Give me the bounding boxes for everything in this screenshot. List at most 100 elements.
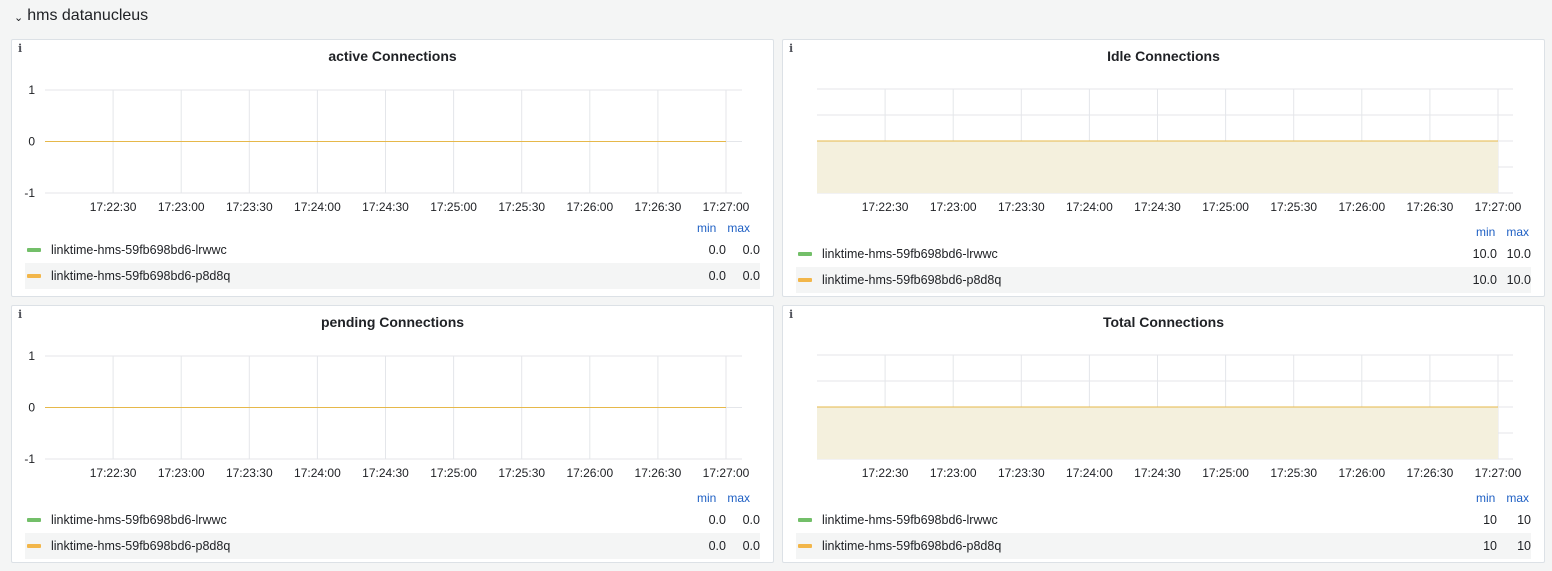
legend-swatch[interactable] <box>27 248 41 252</box>
legend-max-value: 10 <box>1517 539 1531 553</box>
legend-min-value: 0.0 <box>708 539 726 553</box>
x-tick-label: 17:24:30 <box>1134 200 1181 214</box>
legend-min-value: 0.0 <box>708 243 726 257</box>
legend-max-value: 10 <box>1517 513 1531 527</box>
x-tick-label: 17:27:00 <box>1475 200 1522 214</box>
x-tick-label: 17:23:00 <box>930 466 977 480</box>
legend-max-header[interactable]: max <box>727 221 750 235</box>
legend-item[interactable]: linktime-hms-59fb698bd6-p8d8q 10 10 <box>796 533 1531 559</box>
y-tick-label: -1 <box>24 186 35 200</box>
legend-series-name[interactable]: linktime-hms-59fb698bd6-lrwwc <box>822 247 1457 261</box>
legend-series-name[interactable]: linktime-hms-59fb698bd6-lrwwc <box>822 513 1457 527</box>
legend-min-value: 0.0 <box>708 513 726 527</box>
legend-header: min max <box>1476 491 1529 505</box>
legend-min-header[interactable]: min <box>697 221 716 235</box>
x-tick-label: 17:26:30 <box>1407 466 1454 480</box>
panel-0[interactable]: i active Connections 1 0 -1 17:22:30 17:23:00 1… <box>11 39 774 297</box>
legend-item[interactable]: linktime-hms-59fb698bd6-lrwwc 0.0 0.0 <box>25 507 760 533</box>
legend-swatch[interactable] <box>798 252 812 256</box>
legend-item[interactable]: linktime-hms-59fb698bd6-p8d8q 0.0 0.0 <box>25 533 760 559</box>
legend-max-header[interactable]: max <box>1506 225 1529 239</box>
legend-min-value: 10.0 <box>1472 247 1497 261</box>
x-tick-label: 17:26:00 <box>1338 466 1385 480</box>
legend-header: min max <box>697 491 750 505</box>
panel-2[interactable]: i pending Connections 1 0 -1 17:22:30 17:23:00… <box>11 305 774 563</box>
x-tick-label: 17:24:00 <box>294 200 341 214</box>
legend-header: min max <box>697 221 750 235</box>
panel-1[interactable]: iIdle Connections1412108617:22:3017:23:0… <box>782 39 1545 297</box>
legend-swatch[interactable] <box>798 518 812 522</box>
legend-swatch[interactable] <box>798 544 812 548</box>
legend-swatch[interactable] <box>27 518 41 522</box>
x-tick-label: 17:24:30 <box>1134 466 1181 480</box>
legend-swatch[interactable] <box>27 544 41 548</box>
legend-item[interactable]: linktime-hms-59fb698bd6-p8d8q 10.0 10.0 <box>796 267 1531 293</box>
x-tick-label: 17:24:00 <box>1066 200 1113 214</box>
legend-series-name[interactable]: linktime-hms-59fb698bd6-lrwwc <box>51 513 686 527</box>
legend-item[interactable]: linktime-hms-59fb698bd6-p8d8q 0.0 0.0 <box>25 263 760 289</box>
x-tick-label: 17:22:30 <box>90 466 137 480</box>
legend-series-name[interactable]: linktime-hms-59fb698bd6-p8d8q <box>822 539 1457 553</box>
legend-max-value: 0.0 <box>742 269 760 283</box>
x-tick-label: 17:22:30 <box>90 200 137 214</box>
x-tick-label: 17:24:00 <box>1066 466 1113 480</box>
x-tick-label: 17:25:30 <box>1270 466 1317 480</box>
x-tick-label: 17:26:00 <box>566 200 613 214</box>
x-tick-label: 17:27:00 <box>703 200 750 214</box>
legend-series-name[interactable]: linktime-hms-59fb698bd6-lrwwc <box>51 243 686 257</box>
legend-min-header[interactable]: min <box>1476 491 1495 505</box>
legend-swatch[interactable] <box>798 278 812 282</box>
legend-min-value: 10 <box>1483 513 1497 527</box>
legend-min-header[interactable]: min <box>1476 225 1495 239</box>
legend-series-name[interactable]: linktime-hms-59fb698bd6-p8d8q <box>51 539 686 553</box>
legend-max-header[interactable]: max <box>727 491 750 505</box>
legend-max-value: 0.0 <box>742 513 760 527</box>
x-tick-label: 17:23:00 <box>930 200 977 214</box>
x-tick-label: 17:25:00 <box>430 200 477 214</box>
legend-max-value: 10.0 <box>1506 273 1531 287</box>
x-tick-label: 17:23:00 <box>158 200 205 214</box>
x-tick-label: 17:25:30 <box>498 466 545 480</box>
y-tick-label: -1 <box>24 452 35 466</box>
x-tick-label: 17:22:30 <box>862 200 909 214</box>
y-tick-label: 0 <box>28 401 35 415</box>
x-tick-label: 17:26:00 <box>566 466 613 480</box>
legend-min-value: 10 <box>1483 539 1497 553</box>
legend-item[interactable]: linktime-hms-59fb698bd6-lrwwc 10 10 <box>796 507 1531 533</box>
legend-series-name[interactable]: linktime-hms-59fb698bd6-p8d8q <box>51 269 686 283</box>
y-tick-label: 1 <box>28 83 35 97</box>
x-tick-label: 17:23:00 <box>158 466 205 480</box>
legend-max-value: 0.0 <box>742 539 760 553</box>
legend-item[interactable]: linktime-hms-59fb698bd6-lrwwc 10.0 10.0 <box>796 241 1531 267</box>
chevron-down-icon[interactable]: ⌄ <box>14 11 23 24</box>
x-tick-label: 17:24:30 <box>362 466 409 480</box>
x-tick-label: 17:26:30 <box>1407 200 1454 214</box>
legend-header: min max <box>1476 225 1529 239</box>
row-title[interactable]: hms datanucleus <box>27 7 148 25</box>
x-tick-label: 17:23:30 <box>998 200 1045 214</box>
x-tick-label: 17:26:00 <box>1338 200 1385 214</box>
x-tick-label: 17:25:30 <box>498 200 545 214</box>
legend-max-value: 0.0 <box>742 243 760 257</box>
x-tick-label: 17:25:30 <box>1270 200 1317 214</box>
row-header[interactable]: ⌄ hms datanucleus <box>14 4 148 28</box>
legend-item[interactable]: linktime-hms-59fb698bd6-lrwwc 0.0 0.0 <box>25 237 760 263</box>
x-tick-label: 17:24:00 <box>294 466 341 480</box>
x-tick-label: 17:23:30 <box>998 466 1045 480</box>
legend-min-header[interactable]: min <box>697 491 716 505</box>
x-tick-label: 17:26:30 <box>635 200 682 214</box>
x-tick-label: 17:23:30 <box>226 200 273 214</box>
x-tick-label: 17:26:30 <box>635 466 682 480</box>
legend-series-name[interactable]: linktime-hms-59fb698bd6-p8d8q <box>822 273 1457 287</box>
legend-min-value: 10.0 <box>1472 273 1497 287</box>
legend-min-value: 0.0 <box>708 269 726 283</box>
panel-3[interactable]: iTotal Connections1412108617:22:3017:23:… <box>782 305 1545 563</box>
x-tick-label: 17:25:00 <box>430 466 477 480</box>
x-tick-label: 17:25:00 <box>1202 200 1249 214</box>
x-tick-label: 17:24:30 <box>362 200 409 214</box>
legend-max-header[interactable]: max <box>1506 491 1529 505</box>
x-tick-label: 17:27:00 <box>1475 466 1522 480</box>
series-area-fill <box>817 141 1498 193</box>
legend-max-value: 10.0 <box>1506 247 1531 261</box>
legend-swatch[interactable] <box>27 274 41 278</box>
